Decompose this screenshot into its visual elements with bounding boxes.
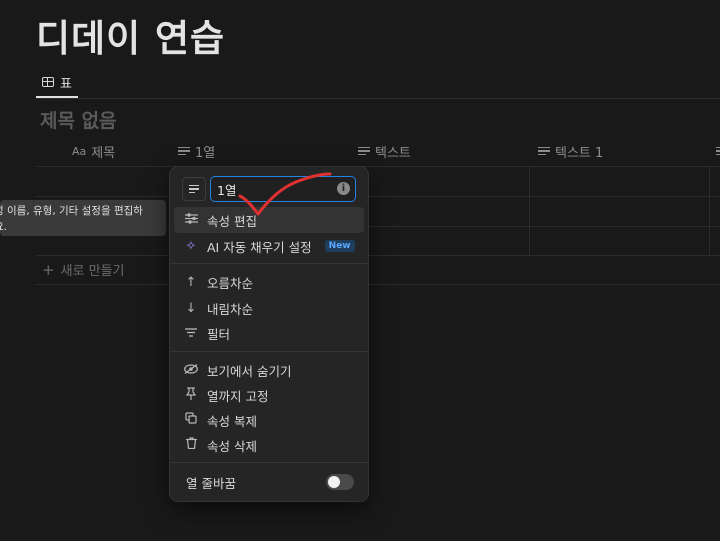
tooltip: 성 이름, 유형, 기타 설정을 편집하 요.: [0, 200, 166, 236]
column-header-more[interactable]: [716, 142, 720, 160]
tab-table-view[interactable]: 표: [36, 68, 78, 98]
column-header-label: 1열: [195, 145, 216, 161]
wrap-toggle[interactable]: [326, 474, 354, 490]
menu-item-label: 열 줄바꿈: [186, 475, 236, 491]
arrow-up-icon: ↑: [185, 274, 197, 290]
table-divider: [36, 196, 720, 197]
sliders-icon: [184, 212, 198, 228]
text-lines-icon: [716, 145, 720, 158]
menu-item-duplicate-property[interactable]: 속성 복제: [174, 407, 364, 433]
info-icon[interactable]: i: [337, 182, 350, 195]
title-type-icon: Aa: [72, 144, 87, 158]
text-lines-icon: [538, 145, 550, 158]
menu-item-delete-property[interactable]: 속성 삭제: [174, 432, 364, 458]
column-header-text-1[interactable]: 텍스트 1: [538, 142, 604, 161]
text-lines-icon: [178, 145, 190, 158]
new-row-button[interactable]: + 새로 만들기: [42, 260, 125, 280]
arrow-down-icon: ↓: [185, 300, 197, 316]
table-divider: [36, 284, 720, 285]
menu-item-sort-descending[interactable]: ↓ 내림차순: [174, 295, 364, 321]
menu-item-filter[interactable]: 필터: [174, 320, 364, 346]
checkmark-annotation-icon: [238, 172, 332, 216]
column-header-label: 제목: [91, 145, 116, 161]
menu-item-ai-autofill[interactable]: ✧ AI 자동 채우기 설정 New: [174, 233, 364, 259]
menu-item-label: 열까지 고정: [207, 388, 269, 404]
column-header-label: 텍스트: [375, 145, 411, 161]
menu-item-sort-ascending[interactable]: ↑ 오름차순: [174, 269, 364, 295]
column-header-label: 텍스트 1: [555, 145, 604, 161]
column-header-1yeol[interactable]: 1열: [178, 142, 216, 161]
menu-divider: [170, 351, 368, 352]
menu-item-freeze-column[interactable]: 열까지 고정: [174, 382, 364, 408]
trash-icon: [184, 437, 198, 453]
eye-hidden-icon: [184, 363, 198, 378]
menu-item-label: 속성 삭제: [207, 438, 257, 454]
menu-divider: [170, 462, 368, 463]
tooltip-line: 요.: [0, 221, 7, 233]
menu-item-label: 속성 복제: [207, 413, 257, 429]
menu-item-label: 보기에서 숨기기: [207, 363, 292, 379]
table-divider: [36, 166, 720, 167]
page-title: 디데이 연습: [36, 17, 226, 60]
menu-item-hide-in-view[interactable]: 보기에서 숨기기: [174, 357, 364, 383]
filter-icon: [184, 326, 198, 341]
ai-sparkle-icon: ✧: [185, 238, 197, 254]
text-lines-icon: [189, 183, 199, 196]
column-header-text[interactable]: 텍스트: [358, 142, 411, 161]
tab-divider: [36, 98, 720, 99]
tooltip-line: 성 이름, 유형, 기타 설정을 편집하: [0, 205, 143, 217]
duplicate-icon: [184, 412, 198, 428]
column-divider: [709, 166, 710, 255]
plus-icon: +: [42, 260, 55, 279]
database-title[interactable]: 제목 없음: [40, 106, 117, 133]
pin-icon: [184, 386, 198, 404]
menu-item-label: AI 자동 채우기 설정: [207, 239, 312, 255]
tab-label: 표: [60, 76, 72, 92]
text-lines-icon: [358, 145, 370, 158]
menu-divider: [170, 263, 368, 264]
menu-item-label: 내림차순: [207, 301, 254, 317]
new-badge: New: [324, 240, 355, 252]
column-divider: [529, 166, 530, 255]
menu-item-label: 필터: [207, 326, 231, 342]
column-header-title[interactable]: Aa 제목: [72, 142, 116, 161]
menu-item-label: 오름차순: [207, 275, 254, 291]
property-type-button[interactable]: [182, 177, 206, 201]
table-icon: [42, 77, 54, 87]
new-row-label: 새로 만들기: [60, 264, 125, 279]
table-divider: [36, 255, 720, 256]
